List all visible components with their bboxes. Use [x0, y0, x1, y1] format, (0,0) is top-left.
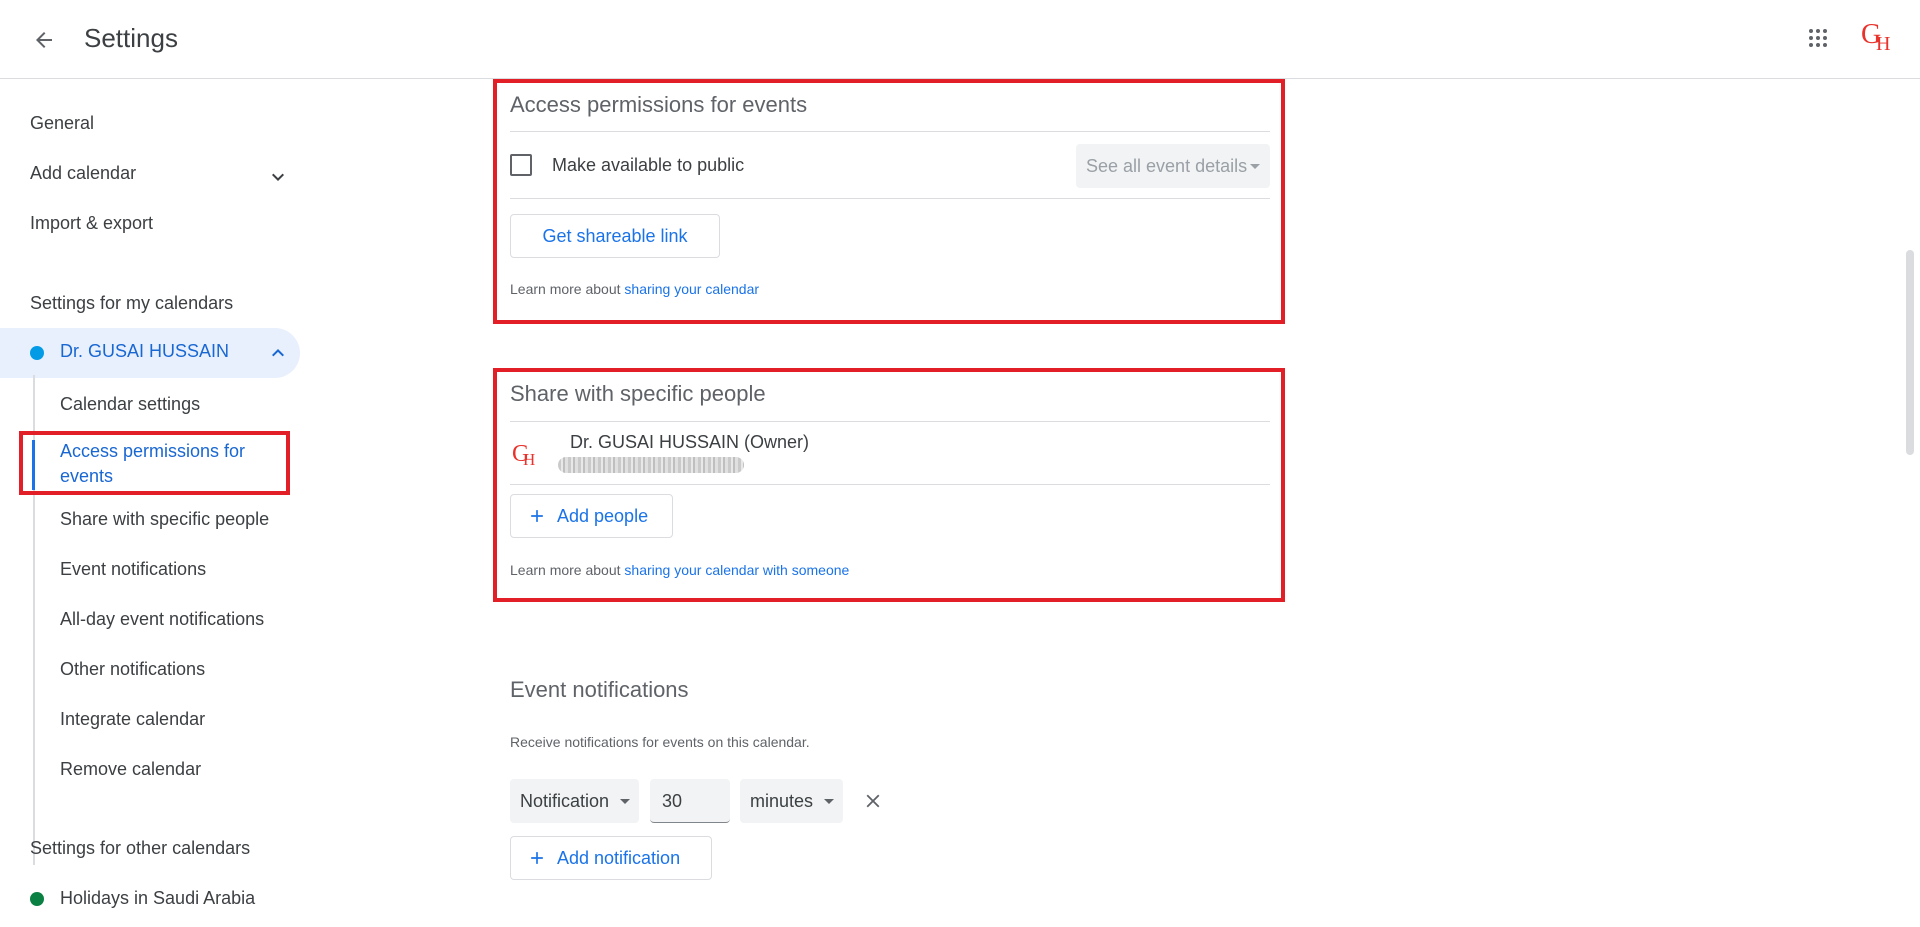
- sidebar-item-calendar-settings[interactable]: Calendar settings: [60, 394, 200, 415]
- notification-type-select[interactable]: Notification: [510, 779, 639, 823]
- sharing-with-someone-link[interactable]: sharing your calendar with someone: [624, 562, 849, 578]
- chevron-up-icon: [272, 349, 284, 357]
- dropdown-caret-icon: [824, 799, 834, 804]
- make-public-label: Make available to public: [552, 155, 745, 175]
- sidebar-item-other-notifications[interactable]: Other notifications: [60, 659, 205, 680]
- active-indicator: [32, 440, 35, 490]
- sidebar-item-event-notifications[interactable]: Event notifications: [60, 559, 206, 580]
- sidebar-item-general[interactable]: General: [30, 113, 94, 134]
- divider: [510, 131, 1270, 132]
- back-button[interactable]: [24, 20, 64, 60]
- arrow-back-icon: [36, 32, 52, 48]
- sidebar-item-other-calendar[interactable]: Holidays in Saudi Arabia: [0, 888, 300, 914]
- event-notifications-description: Receive notifications for events on this…: [510, 734, 810, 750]
- apps-grid-icon: [1809, 29, 1827, 47]
- sidebar-item-share-people[interactable]: Share with specific people: [60, 509, 269, 530]
- make-public-checkbox[interactable]: [510, 154, 532, 176]
- sidebar-item-remove-calendar[interactable]: Remove calendar: [60, 759, 201, 780]
- plus-icon: [531, 510, 543, 522]
- page-title: Settings: [84, 23, 178, 53]
- notification-amount-input[interactable]: 30: [650, 779, 730, 823]
- remove-notification-button[interactable]: [860, 788, 886, 814]
- plus-icon: [531, 852, 543, 864]
- dropdown-caret-icon: [1250, 164, 1260, 169]
- top-app-bar: Settings G H: [0, 0, 1920, 79]
- calendar-name: Holidays in Saudi Arabia: [60, 888, 256, 908]
- public-access-select[interactable]: See all event details: [1076, 144, 1270, 188]
- settings-sidebar: General Add calendar Import & export Set…: [0, 80, 310, 927]
- other-calendars-heading: Settings for other calendars: [30, 838, 251, 858]
- sidebar-item-access-permissions[interactable]: Access permissions for events: [60, 439, 290, 489]
- divider: [510, 421, 1270, 422]
- close-icon: [866, 794, 880, 808]
- sidebar-item-label: events: [60, 466, 114, 486]
- learn-more-sharing: Learn more about sharing your calendar: [510, 281, 760, 297]
- account-avatar[interactable]: G H: [1858, 18, 1898, 58]
- sidebar-item-import-export[interactable]: Import & export: [30, 213, 153, 234]
- sidebar-item-allday-notifications[interactable]: All-day event notifications: [60, 609, 264, 630]
- calendar-name: Dr. GUSAI HUSSAIN: [60, 341, 230, 361]
- divider: [510, 484, 1270, 485]
- share-people-title: Share with specific people: [510, 381, 766, 406]
- chevron-down-icon: [272, 173, 284, 181]
- owner-email-redacted: [558, 457, 744, 473]
- learn-more-share-someone: Learn more about sharing your calendar w…: [510, 562, 850, 578]
- dropdown-caret-icon: [620, 799, 630, 804]
- event-notifications-title: Event notifications: [510, 677, 689, 702]
- sidebar-item-integrate-calendar[interactable]: Integrate calendar: [60, 709, 205, 730]
- page-scrollbar[interactable]: [1906, 250, 1914, 455]
- avatar-logo: G H: [1861, 19, 1891, 55]
- calendar-color-dot: [30, 346, 44, 360]
- sidebar-item-my-calendar[interactable]: Dr. GUSAI HUSSAIN: [0, 328, 300, 378]
- add-people-button[interactable]: Add people: [510, 494, 673, 538]
- sidebar-item-label: Add calendar: [30, 163, 137, 183]
- divider: [510, 198, 1270, 199]
- notification-unit-select[interactable]: minutes: [740, 779, 843, 823]
- owner-avatar: G H: [512, 441, 536, 469]
- my-calendars-heading: Settings for my calendars: [30, 293, 234, 313]
- calendar-color-dot: [30, 892, 44, 906]
- owner-name: Dr. GUSAI HUSSAIN (Owner): [570, 432, 810, 452]
- get-shareable-link-button[interactable]: Get shareable link: [510, 214, 720, 258]
- sharing-calendar-link[interactable]: sharing your calendar: [624, 281, 759, 297]
- sidebar-item-add-calendar[interactable]: Add calendar: [30, 163, 290, 189]
- sidebar-item-label: Access permissions for: [60, 441, 246, 461]
- add-notification-button[interactable]: Add notification: [510, 836, 712, 880]
- access-permissions-title: Access permissions for events: [510, 92, 808, 117]
- google-apps-button[interactable]: [1798, 18, 1838, 58]
